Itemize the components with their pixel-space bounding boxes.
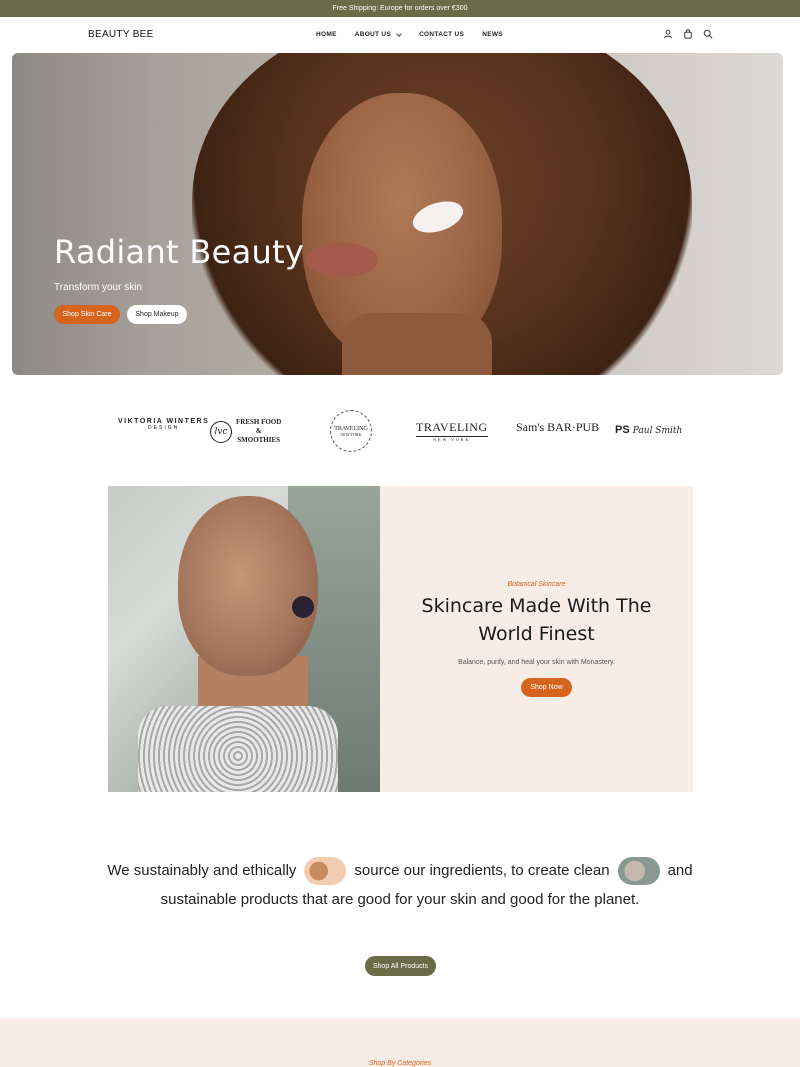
brand-traveling: TRAVELING NEW YORK <box>416 420 488 442</box>
brand-fresh-line1: FRESH FOOD <box>236 418 282 426</box>
hero-title: Radiant Beauty <box>54 233 305 271</box>
site-header: BEAUTY BEE HOME ABOUT US CONTACT US NEWS <box>0 17 800 53</box>
brand-viktoria-name: VIKTORIA WINTERS <box>118 418 210 425</box>
nav-contact-us[interactable]: CONTACT US <box>419 31 464 38</box>
feature-panel: Botanical Skincare Skincare Made With Th… <box>380 486 693 792</box>
feature-image-top <box>138 706 338 792</box>
mission-statement: We sustainably and ethically source our i… <box>100 856 700 914</box>
brand-viktoria-winters: VIKTORIA WINTERS DESIGN <box>118 418 209 431</box>
brand-traveling-name: TRAVELING <box>416 420 488 434</box>
brand-traveling-sub: NEW YORK <box>416 436 488 442</box>
brand-ps-initials: PS <box>615 424 630 436</box>
announcement-text: Free Shipping: Europe for orders over €3… <box>332 5 468 12</box>
hero-banner: Radiant Beauty Transform your skin Shop … <box>12 53 783 375</box>
brand-fresh-line3: SMOOTHIES <box>237 436 281 444</box>
brand-fresh-line2: & <box>255 427 262 435</box>
shop-makeup-button[interactable]: Shop Makeup <box>127 305 187 324</box>
brand-sams-bar-pub: Sam's BAR·PUB <box>516 420 600 434</box>
brand-fresh-food: lvc FRESH FOOD & SMOOTHIES <box>210 418 281 445</box>
nav-home-label: HOME <box>316 31 337 38</box>
nav-about-us[interactable]: ABOUT US <box>354 30 402 38</box>
brand-traveling-round-name: TRAVELING <box>334 425 368 432</box>
feature-image-earring <box>292 596 314 618</box>
brand-ps-script: Paul Smith <box>632 426 683 436</box>
main-nav: HOME ABOUT US CONTACT US NEWS <box>316 30 503 38</box>
mission-text-1: We sustainably and ethically <box>107 862 297 879</box>
categories-section: Shop By Categories <box>0 1018 800 1067</box>
mission-pill-image-2 <box>617 857 660 886</box>
chevron-down-icon <box>396 30 402 37</box>
search-icon[interactable] <box>703 29 713 39</box>
site-logo[interactable]: BEAUTY BEE <box>88 29 154 40</box>
nav-news-label: NEWS <box>482 31 503 38</box>
hero-image-lips <box>306 243 378 277</box>
brand-logos: VIKTORIA WINTERS DESIGN lvc FRESH FOOD &… <box>0 400 800 460</box>
brand-fresh-mark: lvc <box>210 420 232 443</box>
feature-image <box>108 486 380 792</box>
mission-pill-image-1 <box>304 857 347 886</box>
feature-eyebrow: Botanical Skincare <box>507 581 566 588</box>
categories-eyebrow: Shop By Categories <box>368 1060 432 1067</box>
shop-skin-care-button[interactable]: Shop Skin Care <box>54 305 120 324</box>
hero-image-neck <box>342 313 492 375</box>
header-icons <box>663 29 713 39</box>
feature-image-head <box>178 496 318 676</box>
user-icon[interactable] <box>663 29 673 39</box>
feature-title: Skincare Made With The World Finest <box>421 595 652 645</box>
shop-all-products-button[interactable]: Shop All Products <box>365 956 436 976</box>
mission-text-2: source our ingredients, to create clean <box>354 862 610 879</box>
announcement-bar: Free Shipping: Europe for orders over €3… <box>0 0 800 17</box>
bag-icon[interactable] <box>683 29 693 39</box>
nav-home[interactable]: HOME <box>316 31 337 38</box>
nav-about-label: ABOUT US <box>354 31 392 38</box>
brand-viktoria-sub: DESIGN <box>148 425 180 431</box>
shop-now-button[interactable]: Shop Now <box>521 678 572 697</box>
brand-fresh-text: FRESH FOOD & SMOOTHIES <box>236 418 281 445</box>
brand-paul-smith: PS Paul Smith <box>615 424 682 436</box>
hero-subtitle: Transform your skin <box>54 282 142 293</box>
feature-description: Balance, purify, and heal your skin with… <box>458 659 615 666</box>
brand-traveling-round: TRAVELING NEW YORK <box>330 410 372 452</box>
nav-contact-label: CONTACT US <box>419 31 465 38</box>
brand-traveling-round-sub: NEW YORK <box>340 431 362 437</box>
nav-news[interactable]: NEWS <box>482 31 503 38</box>
